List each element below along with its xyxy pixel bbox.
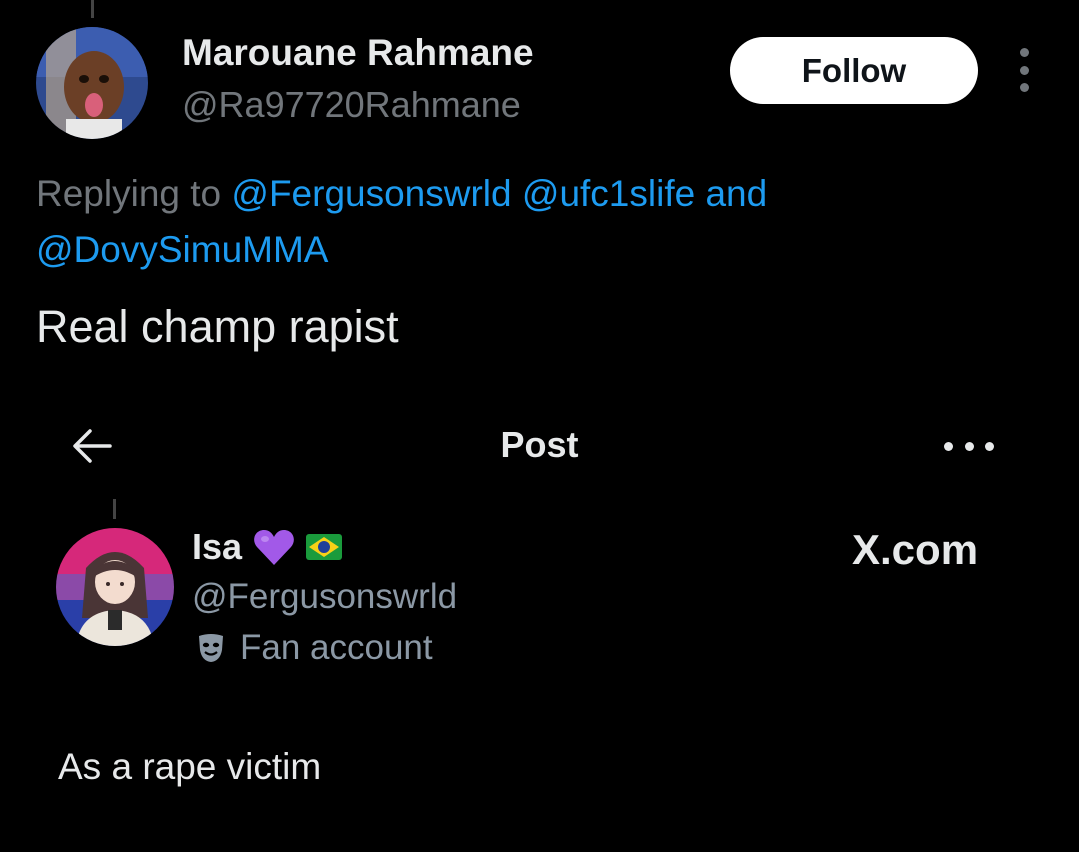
bio-text: Fan account xyxy=(240,628,433,667)
post-text: As a rape victim xyxy=(58,746,322,787)
purple-heart-icon xyxy=(254,530,294,565)
avatar[interactable] xyxy=(36,27,148,139)
user-handle[interactable]: @Ra97720Rahmane xyxy=(182,84,521,126)
mention-link[interactable]: @ufc1slife xyxy=(522,173,695,214)
theater-mask-icon xyxy=(199,634,223,662)
dot xyxy=(944,441,953,451)
display-name[interactable]: Marouane Rahmane xyxy=(182,32,534,74)
bio-row: Fan account xyxy=(196,628,433,668)
avatar xyxy=(56,528,174,646)
more-horizontal-icon xyxy=(944,440,994,452)
thread-connector-top xyxy=(91,0,94,18)
thread-connector xyxy=(113,499,116,519)
dot xyxy=(985,441,994,451)
user-handle: @Fergusonswrld xyxy=(192,577,458,616)
mention-joiner: and xyxy=(695,173,768,214)
follow-button[interactable]: Follow xyxy=(730,37,978,104)
mention-link[interactable]: @DovySimuMMA xyxy=(36,229,328,270)
x-com-watermark: X.com xyxy=(852,526,979,573)
replying-prefix: Replying to xyxy=(36,173,232,214)
isa-name-row: Isa xyxy=(192,526,343,568)
post-header-title: Post xyxy=(500,424,579,465)
dot xyxy=(1019,83,1029,92)
display-name: Isa xyxy=(192,526,243,567)
tweet-text: Real champ rapist xyxy=(36,301,399,352)
dot xyxy=(1019,48,1029,57)
mention-link[interactable]: @Fergusonswrld xyxy=(231,173,511,214)
dot xyxy=(1019,65,1029,75)
replying-to: Replying to @Fergusonswrld @ufc1slife an… xyxy=(36,166,1016,278)
brazil-flag-icon xyxy=(306,534,343,560)
more-options-icon[interactable] xyxy=(1010,48,1038,92)
dot xyxy=(964,441,974,451)
